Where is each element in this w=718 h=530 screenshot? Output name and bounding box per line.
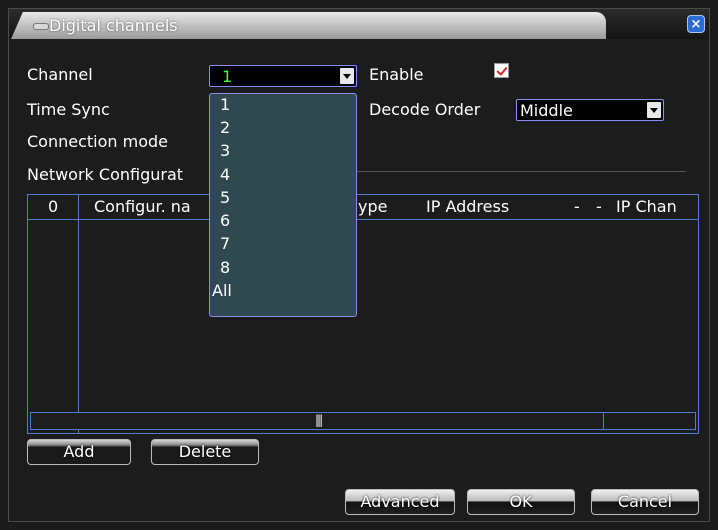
advanced-button[interactable]: Advanced <box>345 489 455 515</box>
decode-order-value: Middle <box>520 101 573 120</box>
chevron-down-icon[interactable] <box>340 68 354 84</box>
dropdown-option-4[interactable]: 4 <box>220 165 230 184</box>
channel-select[interactable]: 1 <box>209 65 357 87</box>
column-dash-1: - <box>574 197 580 216</box>
connection-mode-label: Connection mode <box>27 132 168 151</box>
dropdown-option-2[interactable]: 2 <box>220 118 230 137</box>
cancel-button-label: Cancel <box>617 492 673 511</box>
column-ip-address: IP Address <box>426 197 510 216</box>
window-title: Digital channels <box>49 16 178 35</box>
channel-dropdown-list[interactable]: 1 2 3 4 5 6 7 8 All <box>209 93 357 317</box>
ok-button-label: OK <box>509 492 533 511</box>
column-index: 0 <box>48 197 59 216</box>
network-configuration-label: Network Configurat <box>27 165 184 184</box>
delete-button[interactable]: Delete <box>151 439 259 465</box>
delete-button-label: Delete <box>178 442 232 461</box>
decode-order-label: Decode Order <box>369 100 481 119</box>
dropdown-option-8[interactable]: 8 <box>220 258 230 277</box>
column-config-name: Configur. na <box>94 197 191 216</box>
dropdown-option-all[interactable]: All <box>212 281 232 300</box>
time-sync-label: Time Sync <box>27 100 110 119</box>
dropdown-option-5[interactable]: 5 <box>220 188 230 207</box>
window-icon <box>33 23 49 30</box>
enable-label: Enable <box>369 65 424 84</box>
decode-order-select[interactable]: Middle <box>516 99 664 121</box>
dropdown-option-6[interactable]: 6 <box>220 211 230 230</box>
scrollbar-grip-icon: ||| <box>315 413 323 427</box>
section-divider <box>356 171 686 172</box>
ok-button[interactable]: OK <box>467 489 575 515</box>
column-type: ype <box>358 197 388 216</box>
channel-table: 0 Configur. na ype IP Address - - IP Cha… <box>27 194 699 434</box>
digital-channels-dialog: Digital channels × Channel 1 Enable Time… <box>8 8 710 522</box>
channel-label: Channel <box>27 65 93 84</box>
column-dash-2: - <box>596 197 602 216</box>
channel-select-value: 1 <box>222 67 233 86</box>
cancel-button[interactable]: Cancel <box>591 489 699 515</box>
advanced-button-label: Advanced <box>360 492 440 511</box>
dropdown-option-3[interactable]: 3 <box>220 141 230 160</box>
column-divider <box>78 195 79 433</box>
table-header: 0 Configur. na ype IP Address - - IP Cha… <box>28 195 698 220</box>
chevron-down-icon[interactable] <box>647 102 661 118</box>
column-ip-channel: IP Chan <box>616 197 677 216</box>
close-icon[interactable]: × <box>687 15 705 33</box>
scrollbar-thumb[interactable]: ||| <box>31 413 604 429</box>
dropdown-option-7[interactable]: 7 <box>220 234 230 253</box>
add-button[interactable]: Add <box>27 439 131 465</box>
enable-checkbox[interactable] <box>494 63 509 78</box>
add-button-label: Add <box>63 442 95 461</box>
horizontal-scrollbar[interactable]: ||| <box>30 412 696 430</box>
title-bar[interactable]: Digital channels × <box>9 9 709 39</box>
dropdown-option-1[interactable]: 1 <box>220 95 230 114</box>
